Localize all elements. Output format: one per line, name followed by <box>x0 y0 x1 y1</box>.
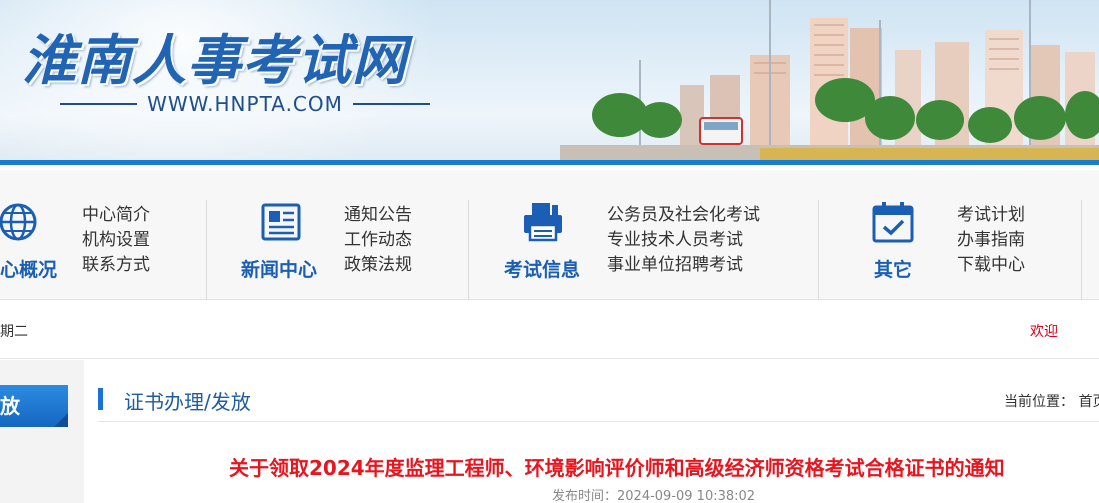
nav-links-exam-info: 公务员及社会化考试 专业技术人员考试 事业单位招聘考试 <box>607 203 760 278</box>
article-title: 关于领取2024年度监理工程师、环境影响评价师和高级经济师资格考试合格证书的通知 <box>229 456 1005 480</box>
url-rule-left <box>60 103 138 105</box>
header-banner: 淮南人事考试网 WWW.HNPTA.COM <box>0 0 1099 165</box>
nav-link-notices[interactable]: 通知公告 <box>344 203 412 228</box>
nav-link-professional-exams[interactable]: 专业技术人员考试 <box>607 228 760 253</box>
nav-link-contact[interactable]: 联系方式 <box>82 253 150 278</box>
site-url: WWW.HNPTA.COM <box>147 92 343 116</box>
breadcrumb[interactable]: 当前位置： 首页 <box>1004 391 1099 411</box>
nav-link-civil-servant-exams[interactable]: 公务员及社会化考试 <box>607 203 760 228</box>
nav-link-service-guide[interactable]: 办事指南 <box>957 228 1025 253</box>
nav-category-exam-info[interactable]: 考试信息 <box>504 255 580 282</box>
nav-link-exam-plan[interactable]: 考试计划 <box>957 203 1025 228</box>
content-panel: 证书办理/发放 当前位置： 首页 关于领取2024年度监理工程师、环境影响评价师… <box>84 360 1099 503</box>
nav-link-policies[interactable]: 政策法规 <box>344 253 412 278</box>
main-nav: 心概况 中心简介 机构设置 联系方式 新闻中心 通知公告 工作动态 政策法规 考… <box>0 170 1099 300</box>
nav-category-other[interactable]: 其它 <box>874 255 912 282</box>
sidebar-active-tab[interactable]: 放 <box>0 385 68 427</box>
sidebar-active-tab-label: 放 <box>0 394 20 418</box>
info-bar: 期二 欢迎 <box>0 301 1099 359</box>
nav-links-news-center: 通知公告 工作动态 政策法规 <box>344 203 412 278</box>
nav-link-public-institution-exams[interactable]: 事业单位招聘考试 <box>607 253 760 278</box>
section-title: 证书办理/发放 <box>124 390 251 414</box>
nav-links-other: 考试计划 办事指南 下载中心 <box>957 203 1025 278</box>
nav-block-center-overview: 心概况 中心简介 机构设置 联系方式 <box>0 170 206 300</box>
section-marker-bar <box>98 388 103 410</box>
newspaper-icon <box>261 203 301 241</box>
current-date-text: 期二 <box>0 324 28 340</box>
nav-block-other: 其它 考试计划 办事指南 下载中心 <box>819 170 1081 300</box>
nav-category-news-center[interactable]: 新闻中心 <box>241 255 317 282</box>
calendar-check-icon <box>872 202 914 243</box>
article-publish-time: 发布时间：2024-09-09 10:38:02 <box>552 489 756 503</box>
nav-link-work-updates[interactable]: 工作动态 <box>344 228 412 253</box>
url-rule-right <box>352 103 431 105</box>
globe-icon <box>0 203 37 241</box>
nav-divider <box>1081 200 1082 300</box>
nav-block-exam-info: 考试信息 公务员及社会化考试 专业技术人员考试 事业单位招聘考试 <box>469 170 818 300</box>
printer-icon <box>524 203 562 242</box>
site-logo-title[interactable]: 淮南人事考试网 <box>22 16 407 95</box>
nav-links-center-overview: 中心简介 机构设置 联系方式 <box>82 203 150 278</box>
section-header: 证书办理/发放 当前位置： 首页 <box>98 386 1099 422</box>
site-url-line: WWW.HNPTA.COM <box>60 92 431 116</box>
city-skyline-image <box>560 0 1099 165</box>
nav-category-center-overview[interactable]: 心概况 <box>0 255 57 282</box>
nav-block-news-center: 新闻中心 通知公告 工作动态 政策法规 <box>207 170 468 300</box>
welcome-text: 欢迎 <box>1030 324 1058 340</box>
nav-link-downloads[interactable]: 下载中心 <box>957 253 1025 278</box>
banner-bottom-strip <box>0 160 1099 165</box>
nav-link-center-intro[interactable]: 中心简介 <box>82 203 150 228</box>
nav-link-organization[interactable]: 机构设置 <box>82 228 150 253</box>
